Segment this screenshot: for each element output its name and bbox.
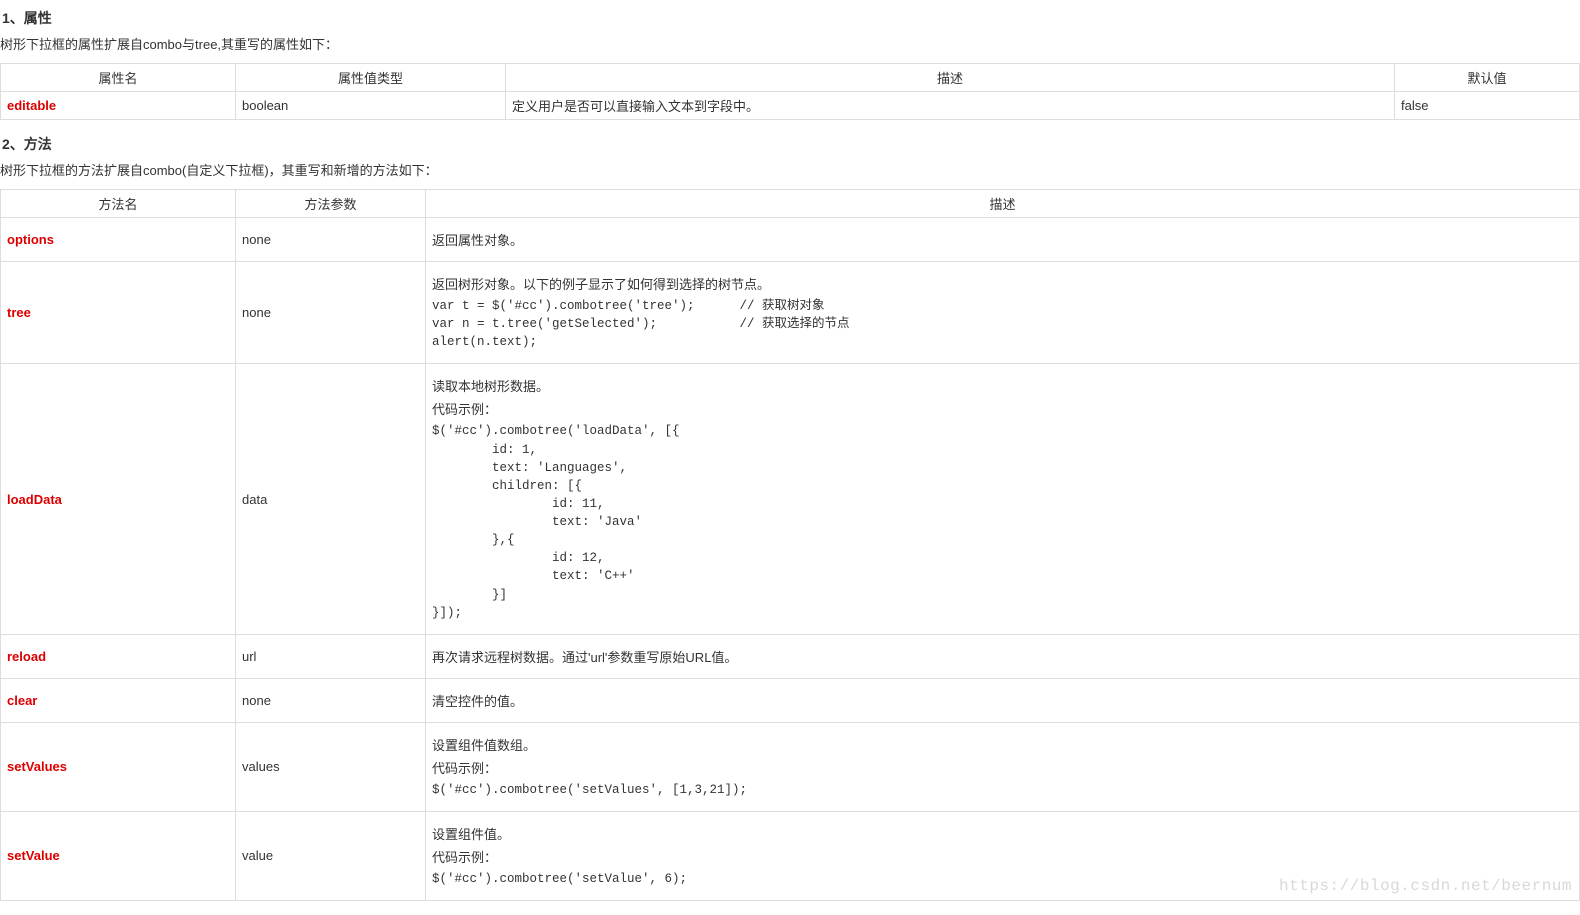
method-desc-cell: 设置组件值数组。代码示例： $('#cc').combotree('setValu…	[426, 722, 1580, 811]
table-row: editableboolean定义用户是否可以直接输入文本到字段中。false	[1, 92, 1580, 120]
method-name-cell: reload	[1, 634, 236, 678]
method-name-cell: setValue	[1, 811, 236, 900]
code-sample: $('#cc').combotree('loadData', [{ id: 1,…	[432, 422, 1573, 621]
method-name-cell: loadData	[1, 364, 236, 634]
code-sample: var t = $('#cc').combotree('tree'); // 获…	[432, 297, 1573, 351]
table-header-row: 属性名 属性值类型 描述 默认值	[1, 64, 1580, 92]
table-row: reloadurl 再次请求远程树数据。通过'url'参数重写原始URL值。	[1, 634, 1580, 678]
method-param-cell: none	[236, 678, 426, 722]
col-method-name: 方法名	[1, 190, 236, 218]
method-desc-cell: 返回树形对象。以下的例子显示了如何得到选择的树节点。 var t = $('#cc…	[426, 262, 1580, 364]
table-header-row: 方法名 方法参数 描述	[1, 190, 1580, 218]
desc-text: 设置组件值数组。	[432, 735, 1573, 754]
method-name-cell: tree	[1, 262, 236, 364]
attr-default-cell: false	[1395, 92, 1580, 120]
method-name-cell: options	[1, 218, 236, 262]
col-attr-name: 属性名	[1, 64, 236, 92]
desc-text: 再次请求远程树数据。通过'url'参数重写原始URL值。	[432, 647, 1573, 666]
attributes-intro: 树形下拉框的属性扩展自combo与tree,其重写的属性如下：	[0, 34, 1580, 53]
table-row: setValuesvalues 设置组件值数组。代码示例： $('#cc').com…	[1, 722, 1580, 811]
table-row: optionsnone 返回属性对象。	[1, 218, 1580, 262]
desc-text: 代码示例：	[432, 758, 1573, 777]
attr-type-cell: boolean	[236, 92, 506, 120]
col-attr-type: 属性值类型	[236, 64, 506, 92]
desc-text: 代码示例：	[432, 399, 1573, 418]
method-name-cell: setValues	[1, 722, 236, 811]
desc-text: 返回属性对象。	[432, 230, 1573, 249]
desc-text: 返回树形对象。以下的例子显示了如何得到选择的树节点。	[432, 274, 1573, 293]
col-attr-desc: 描述	[506, 64, 1395, 92]
desc-text: 读取本地树形数据。	[432, 376, 1573, 395]
method-param-cell: data	[236, 364, 426, 634]
table-row: treenone 返回树形对象。以下的例子显示了如何得到选择的树节点。 var t …	[1, 262, 1580, 364]
method-param-cell: value	[236, 811, 426, 900]
col-method-desc: 描述	[426, 190, 1580, 218]
desc-text: 设置组件值。	[432, 824, 1573, 843]
attr-desc-cell: 定义用户是否可以直接输入文本到字段中。	[506, 92, 1395, 120]
method-name-cell: clear	[1, 678, 236, 722]
methods-intro: 树形下拉框的方法扩展自combo(自定义下拉框)，其重写和新增的方法如下：	[0, 160, 1580, 179]
desc-text: 清空控件的值。	[432, 691, 1573, 710]
code-sample: $('#cc').combotree('setValues', [1,3,21]…	[432, 781, 1573, 799]
attr-name-cell: editable	[1, 92, 236, 120]
table-row: clearnone 清空控件的值。	[1, 678, 1580, 722]
method-desc-cell: 再次请求远程树数据。通过'url'参数重写原始URL值。	[426, 634, 1580, 678]
attributes-heading: 1、属性	[0, 8, 1580, 28]
method-param-cell: values	[236, 722, 426, 811]
methods-heading: 2、方法	[0, 134, 1580, 154]
table-row: loadDatadata 读取本地树形数据。代码示例： $('#cc').combo…	[1, 364, 1580, 634]
attributes-table: 属性名 属性值类型 描述 默认值 editableboolean定义用户是否可以…	[0, 63, 1580, 120]
method-desc-cell: 返回属性对象。	[426, 218, 1580, 262]
methods-table: 方法名 方法参数 描述 optionsnone返回属性对象。treenone返回…	[0, 189, 1580, 901]
method-desc-cell: 读取本地树形数据。代码示例： $('#cc').combotree('loadDa…	[426, 364, 1580, 634]
col-method-param: 方法参数	[236, 190, 426, 218]
col-attr-default: 默认值	[1395, 64, 1580, 92]
desc-text: 代码示例：	[432, 847, 1573, 866]
method-param-cell: none	[236, 262, 426, 364]
method-param-cell: none	[236, 218, 426, 262]
watermark: https://blog.csdn.net/beernum	[1279, 877, 1572, 895]
method-desc-cell: 清空控件的值。	[426, 678, 1580, 722]
method-param-cell: url	[236, 634, 426, 678]
